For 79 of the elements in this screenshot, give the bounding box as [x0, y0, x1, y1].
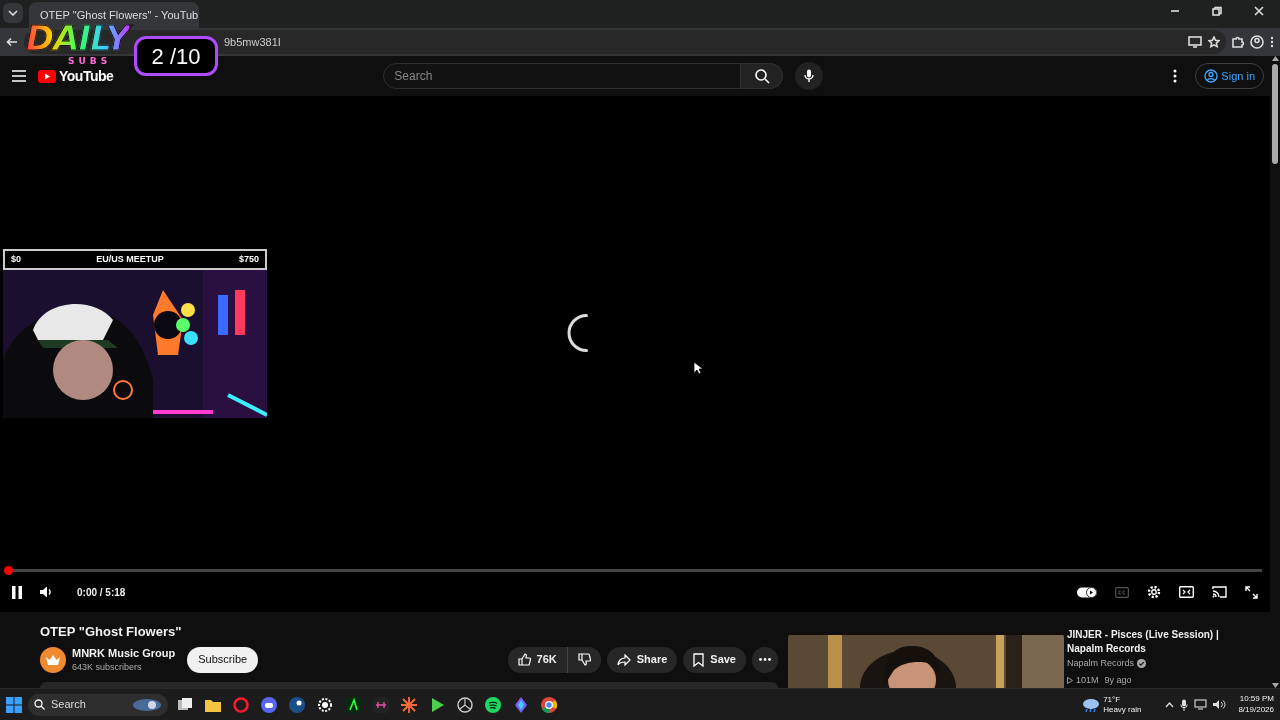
volume-icon[interactable] [40, 586, 53, 598]
mouse-pointer-icon [693, 360, 703, 375]
search-icon [34, 699, 45, 710]
goal-start-amount: $0 [11, 252, 21, 266]
weather-temperature[interactable]: 71°F [1103, 694, 1142, 705]
search-field[interactable]: Search [383, 63, 742, 89]
url-text[interactable]: 9b5mw381I [224, 33, 281, 51]
tray-caret-icon[interactable] [1165, 701, 1175, 708]
microphone-icon [804, 69, 815, 83]
lambda-icon[interactable] [345, 696, 361, 713]
restore-icon[interactable] [1211, 6, 1223, 16]
settings-icon[interactable] [1147, 585, 1161, 599]
windows-start-icon[interactable] [6, 696, 22, 713]
thumbs-down-icon [577, 653, 591, 666]
scrubber-handle[interactable] [4, 566, 13, 575]
pause-icon[interactable] [12, 585, 22, 599]
diamond-icon[interactable] [513, 696, 529, 713]
clock-date[interactable]: 8/19/2026 [1238, 704, 1274, 715]
goal-end-amount: $750 [238, 252, 259, 266]
subscriber-goal-counter: 2 /10 [134, 36, 218, 76]
subscriber-count: 643K subscribers [72, 661, 143, 674]
youtube-logo-icon[interactable] [38, 69, 56, 83]
speaker-icon[interactable] [1213, 699, 1227, 710]
kebab-menu-icon[interactable] [1173, 69, 1178, 83]
profile-icon[interactable] [1250, 35, 1264, 49]
voice-search-button[interactable] [795, 62, 824, 90]
game-controller-icon[interactable] [261, 696, 277, 713]
play-triangle-icon[interactable] [429, 696, 445, 713]
clock-time[interactable]: 10:59 PM [1239, 694, 1274, 705]
rain-cloud-icon[interactable] [1082, 697, 1101, 712]
loading-spinner-icon [567, 313, 588, 352]
scroll-up-arrow-icon[interactable] [1271, 56, 1279, 61]
starburst-icon[interactable] [401, 696, 417, 713]
cast-icon[interactable] [1212, 586, 1227, 598]
fullscreen-icon[interactable] [1245, 585, 1258, 599]
back-arrow-icon[interactable] [6, 37, 18, 47]
video-title: OTEP "Ghost Flowers" [40, 623, 183, 641]
taskbar-search-field[interactable]: Search [28, 693, 168, 716]
recommended-channel-name[interactable]: Napalm Records [1067, 657, 1135, 671]
search-icon [753, 68, 770, 84]
scroll-down-arrow-icon[interactable] [1271, 683, 1279, 688]
close-icon[interactable] [1253, 6, 1265, 16]
channel-avatar[interactable] [40, 646, 66, 673]
bookmark-icon [693, 652, 705, 667]
task-view-icon[interactable] [177, 696, 193, 713]
recommended-video-title[interactable]: JINJER - Pisces (Live Session) | Napalm Records [1067, 628, 1227, 655]
theater-mode-icon[interactable] [1179, 586, 1194, 598]
save-button[interactable]: Save [683, 646, 746, 673]
ring-icon[interactable] [233, 696, 249, 713]
kebab-menu-icon[interactable] [1270, 36, 1274, 48]
bookmark-star-icon[interactable] [1208, 36, 1220, 48]
view-count: 101M [1076, 673, 1099, 687]
more-horizontal-icon [759, 658, 771, 661]
more-actions-button[interactable] [752, 646, 778, 673]
time-display: 0:00 / 5:18 [77, 585, 126, 600]
account-icon [1204, 69, 1219, 83]
microphone-icon[interactable] [1180, 698, 1189, 711]
youtube-wordmark[interactable]: YouTube [59, 65, 114, 87]
puzzle-piece-icon[interactable] [1232, 36, 1244, 48]
aperture-icon[interactable] [457, 696, 473, 713]
share-arrow-icon [616, 653, 631, 666]
gear-icon[interactable] [317, 696, 333, 713]
thumbs-up-icon [517, 653, 531, 666]
upload-age: 9y ago [1104, 673, 1132, 687]
menu-icon[interactable] [12, 70, 26, 82]
scrollbar-thumb[interactable] [1272, 64, 1278, 164]
autoplay-toggle[interactable] [1077, 586, 1097, 598]
channel-name[interactable]: MNRK Music Group [72, 644, 176, 661]
chevron-down-icon [8, 10, 18, 16]
views-play-icon [1067, 676, 1073, 684]
captions-icon[interactable] [1115, 586, 1129, 598]
subscribe-button[interactable]: Subscribe [187, 646, 259, 673]
share-button[interactable]: Share [606, 646, 678, 673]
overlay-logo-subtext: SUBS [68, 56, 112, 66]
like-button[interactable]: 76K [507, 646, 568, 673]
tab-list-button[interactable] [3, 3, 23, 23]
search-button[interactable] [741, 63, 784, 89]
weather-condition[interactable]: Heavy rain [1103, 704, 1142, 715]
goal-title: EU/US MEETUP [96, 252, 164, 266]
